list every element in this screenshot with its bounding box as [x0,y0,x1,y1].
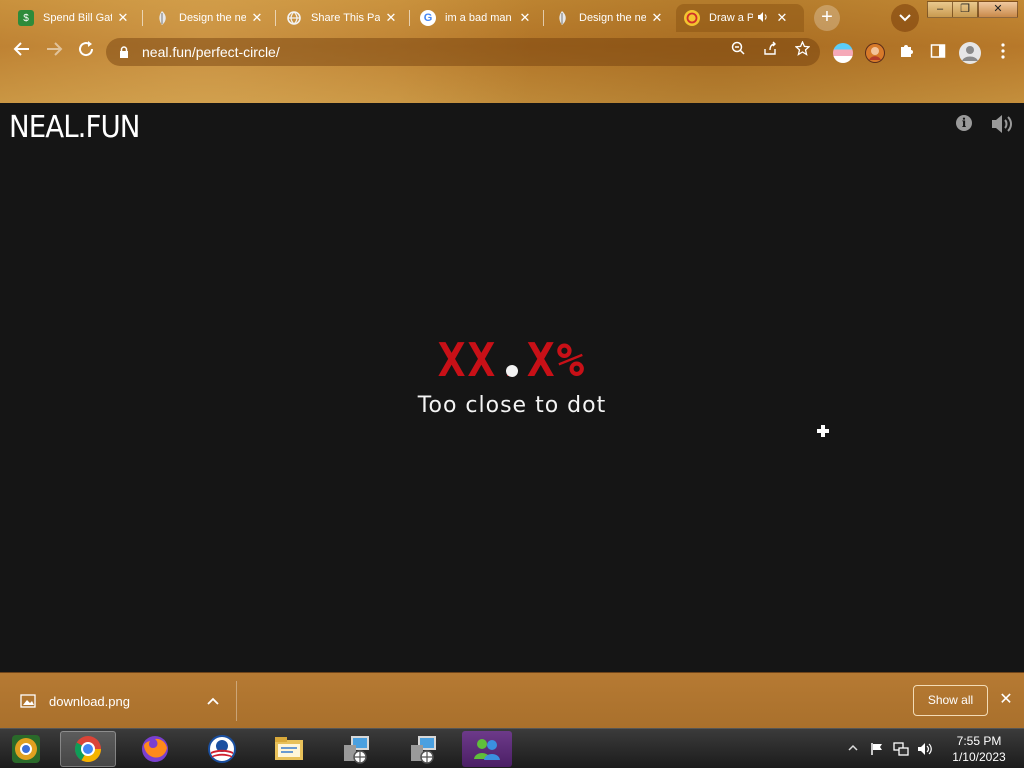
reload-icon [79,41,94,57]
shelf-divider [236,681,237,721]
action-center-flag-icon[interactable] [870,742,884,756]
chrome-icon [74,736,102,763]
tab-title: Draw a Perfect Circle [709,12,753,24]
address-bar[interactable]: neal.fun/perfect-circle/ [106,38,820,66]
browser-menu-icon[interactable] [993,43,1013,63]
messenger-icon [474,739,500,760]
tab-title: Design the next [579,12,646,24]
tab-title: Design the next [179,12,246,24]
taskbar-obama-logo[interactable] [194,731,250,767]
close-window-button[interactable]: ✕ [978,1,1018,18]
feather-icon [554,10,570,26]
clock-time: 7:55 PM [956,734,1002,748]
feedback-message: Too close to dot [417,393,607,418]
back-arrow-icon [13,42,29,56]
tab-perfect-circle[interactable]: Draw a Perfect Circle ✕ [676,4,804,32]
money-icon: $ [18,10,34,26]
image-file-icon [20,694,36,708]
tab-close-icon[interactable]: ✕ [116,10,130,26]
chrome-canary-icon [12,735,40,763]
taskbar-network-setup-1[interactable] [328,731,384,767]
tab-separator [409,10,410,26]
center-dot [506,365,518,377]
profile-avatar-icon[interactable] [959,42,981,64]
close-shelf-icon[interactable]: ✕ [997,691,1015,709]
minimize-button[interactable]: – [927,1,953,18]
browser-chrome: $ Spend Bill Gates ✕ Design the next ✕ S… [0,0,1024,103]
download-file-name: download.png [49,693,130,709]
tab-separator [275,10,276,26]
info-icon[interactable]: i [956,115,972,131]
tab-close-icon[interactable]: ✕ [384,10,398,26]
new-tab-button[interactable]: + [814,5,840,31]
tab-close-icon[interactable]: ✕ [775,10,789,26]
tab-google-search[interactable]: G im a bad man ✕ [412,4,540,32]
forward-arrow-icon [47,42,63,56]
taskbar-messenger[interactable] [462,731,512,767]
tab-share-page[interactable]: Share This Page ✕ [278,4,406,32]
obama-logo-icon [208,735,236,763]
feather-icon [154,10,170,26]
tab-search-button[interactable] [891,4,919,32]
show-all-button[interactable]: Show all [913,685,988,716]
restore-button[interactable]: ❐ [952,1,978,18]
google-icon: G [420,10,436,26]
show-hidden-icons-icon[interactable] [846,742,860,756]
side-panel-icon[interactable] [928,43,948,63]
lock-icon [120,46,128,58]
forward-button[interactable] [42,40,66,64]
taskbar-chrome-canary[interactable] [0,731,52,767]
zoom-icon[interactable] [730,41,746,57]
tab-title: im a bad man [445,12,512,24]
taskbar-file-explorer[interactable] [261,731,317,767]
network-setup-icon [344,736,369,764]
perfect-circle-page[interactable]: NEAL.FUN i XX.X% Too close to dot [0,103,1024,672]
bookmark-star-icon[interactable] [793,40,811,57]
tab-spend-bill[interactable]: $ Spend Bill Gates ✕ [10,4,138,32]
share-icon[interactable] [762,41,778,57]
accuracy-score: XX.X% [437,333,587,387]
sound-icon[interactable] [990,113,1014,135]
download-item[interactable]: download.png [0,673,236,729]
tab-strip: $ Spend Bill Gates ✕ Design the next ✕ S… [0,0,1024,34]
taskbar-network-setup-2[interactable] [395,731,451,767]
circle-target-icon [684,10,700,26]
extension-avatar-icon[interactable] [865,43,885,63]
tab-close-icon[interactable]: ✕ [250,10,264,26]
system-clock[interactable]: 7:55 PM 1/10/2023 [944,733,1014,765]
tab-separator [543,10,544,26]
back-button[interactable] [10,40,34,64]
tab-design-1[interactable]: Design the next ✕ [146,4,272,32]
tab-separator [142,10,143,26]
clock-date: 1/10/2023 [952,750,1006,764]
extensions-puzzle-icon[interactable] [896,43,916,63]
chevron-up-icon[interactable] [206,694,220,708]
tab-title: Spend Bill Gates [43,12,112,24]
tab-design-2[interactable]: Design the next ✕ [546,4,672,32]
globe-icon [286,10,302,26]
network-icon[interactable] [893,742,909,756]
browser-toolbar: neal.fun/perfect-circle/ [0,34,1024,70]
volume-icon[interactable] [917,742,932,756]
tab-close-icon[interactable]: ✕ [518,10,532,26]
file-explorer-icon [275,737,303,760]
download-shelf: download.png Show all ✕ [0,672,1024,728]
reload-button[interactable] [74,40,98,64]
taskbar-chrome[interactable] [60,731,116,767]
firefox-icon [142,736,168,762]
tab-close-icon[interactable]: ✕ [650,10,664,26]
url-text: neal.fun/perfect-circle/ [142,44,280,60]
network-setup-icon [411,736,436,764]
taskbar-firefox[interactable] [127,731,183,767]
tab-title: Share This Page [311,12,380,24]
audio-playing-icon[interactable] [757,11,771,26]
crosshair-cursor-icon [817,425,829,437]
site-logo[interactable]: NEAL.FUN [9,110,140,145]
extension-flag-icon[interactable] [833,43,853,63]
windows-taskbar: 7:55 PM 1/10/2023 [0,728,1024,768]
